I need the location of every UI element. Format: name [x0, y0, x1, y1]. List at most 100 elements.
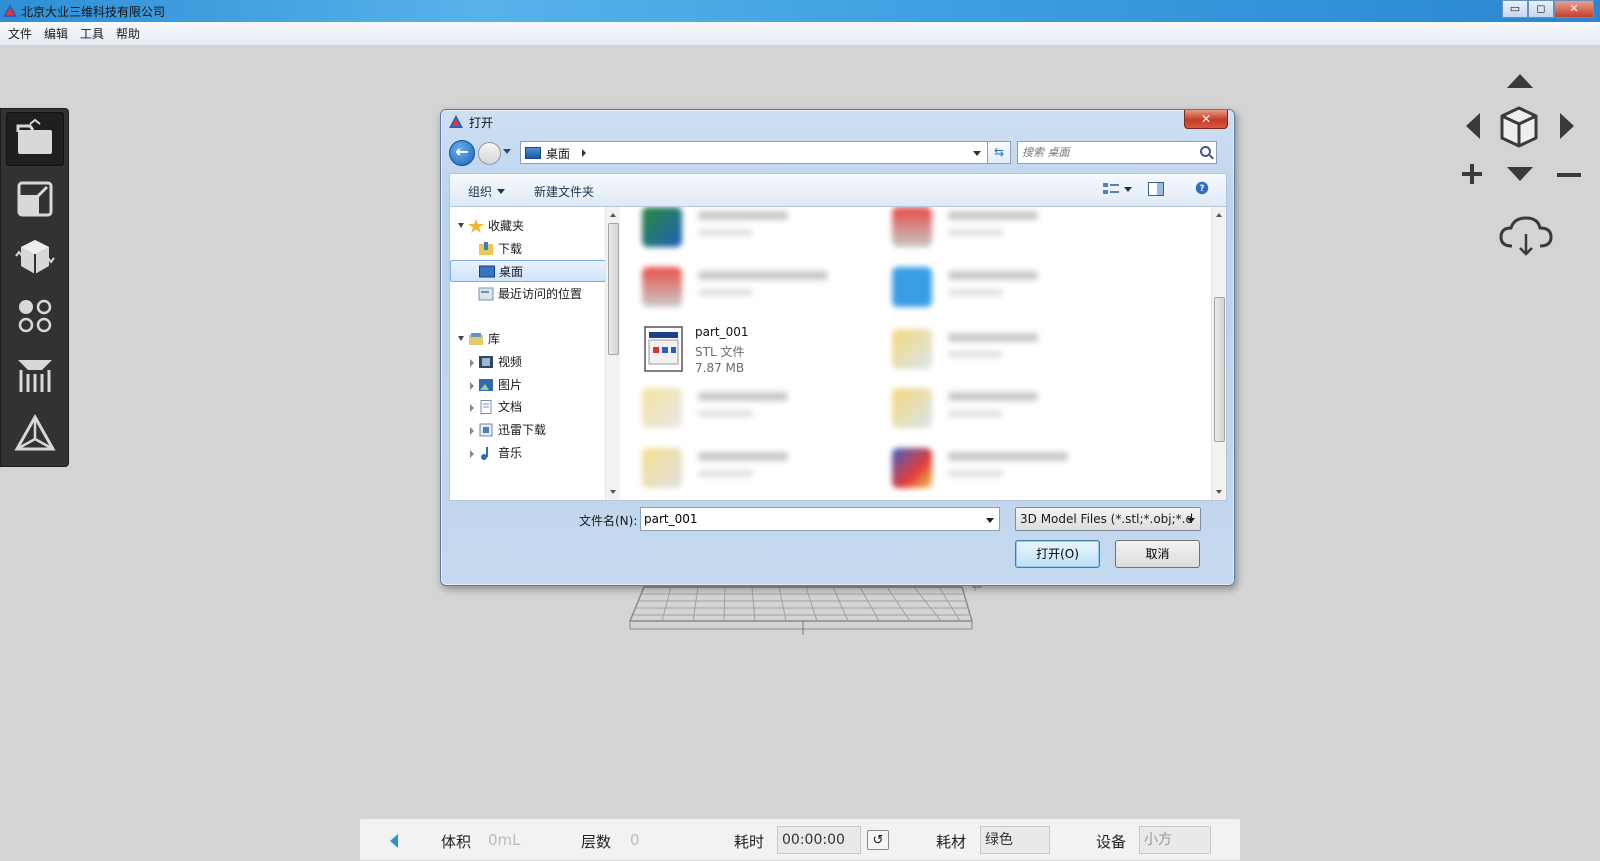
- breadcrumb-desktop[interactable]: 桌面: [546, 145, 570, 162]
- new-folder-button[interactable]: 新建文件夹: [534, 183, 594, 200]
- collapsed-arrow-icon: [470, 427, 474, 435]
- menu-file[interactable]: 文件: [2, 22, 38, 45]
- scroll-thumb[interactable]: [608, 223, 619, 355]
- back-button[interactable]: ←: [449, 140, 475, 166]
- navigation-scrollbar[interactable]: [605, 207, 620, 500]
- device-label: 设备: [1096, 833, 1127, 851]
- tree-documents[interactable]: 文档: [450, 396, 616, 418]
- slice-tool[interactable]: [6, 407, 64, 461]
- rotate-icon: [15, 240, 55, 274]
- tree-music[interactable]: 音乐: [450, 442, 616, 464]
- tree-thunder-downloads[interactable]: 迅雷下载: [450, 419, 616, 441]
- open-file-dialog: 打开 ✕ ← 桌面 ⇆ 组织 新建文件夹 ? 收藏夹: [440, 109, 1235, 586]
- zoom-in-icon[interactable]: [1461, 163, 1483, 185]
- file-item-part-001[interactable]: part_001 STL 文件 7.87 MB: [642, 322, 842, 380]
- thunder-folder-icon: [479, 423, 493, 437]
- support-tool[interactable]: [6, 348, 64, 402]
- filetype-select[interactable]: 3D Model Files (*.stl;*.obj;*.d: [1015, 507, 1201, 531]
- browser-pane: 收藏夹 下载 桌面 最近访问的位置 库 视频 图片 文档 迅雷下载 音乐 par…: [449, 206, 1227, 501]
- tree-recent-places[interactable]: 最近访问的位置: [450, 283, 616, 305]
- tree-videos[interactable]: 视频: [450, 351, 616, 373]
- view-dropdown-icon[interactable]: [1124, 187, 1132, 192]
- menu-edit[interactable]: 编辑: [38, 22, 74, 45]
- arrow-left-icon[interactable]: [1464, 112, 1482, 140]
- device-value[interactable]: 小方: [1139, 826, 1211, 854]
- blurred-file-item[interactable]: [642, 261, 852, 313]
- material-label: 耗材: [936, 833, 967, 851]
- app-logo-icon: [3, 4, 17, 17]
- blurred-file-item[interactable]: [892, 207, 1102, 253]
- stl-file-icon: [644, 326, 683, 372]
- scroll-thumb[interactable]: [1214, 297, 1225, 442]
- reset-time-button[interactable]: ↺: [867, 830, 889, 850]
- pictures-icon: [479, 379, 493, 391]
- zoom-out-icon[interactable]: [1557, 172, 1581, 178]
- time-label: 耗时: [734, 833, 765, 851]
- address-dropdown-icon[interactable]: [973, 151, 981, 156]
- star-icon: [468, 219, 484, 233]
- tree-pictures[interactable]: 图片: [450, 374, 616, 396]
- filename-dropdown-icon[interactable]: [986, 518, 994, 523]
- cancel-button[interactable]: 取消: [1115, 540, 1200, 568]
- preview-pane-icon[interactable]: [1148, 182, 1164, 196]
- rotate-tool[interactable]: [6, 230, 64, 284]
- refresh-button[interactable]: ⇆: [988, 141, 1011, 164]
- forward-button[interactable]: [478, 142, 501, 165]
- help-icon[interactable]: ?: [1194, 181, 1210, 195]
- cube-icon[interactable]: [1499, 106, 1539, 148]
- search-icon[interactable]: [1200, 146, 1211, 157]
- view-options-icon[interactable]: [1103, 182, 1119, 196]
- menu-bar: 文件 编辑 工具 帮助: [0, 22, 1600, 46]
- blurred-file-item[interactable]: [642, 382, 852, 434]
- open-button[interactable]: 打开(O): [1015, 540, 1100, 568]
- maximize-button[interactable]: ◻: [1528, 0, 1554, 18]
- menu-help[interactable]: 帮助: [110, 22, 146, 45]
- material-value[interactable]: 绿色: [980, 826, 1050, 854]
- cloud-download-icon[interactable]: [1498, 214, 1554, 258]
- blurred-file-item[interactable]: [892, 261, 1102, 313]
- tree-favorites[interactable]: 收藏夹: [450, 215, 616, 237]
- tree-downloads[interactable]: 下载: [450, 238, 616, 260]
- view-controls: [1458, 66, 1582, 271]
- scale-tool[interactable]: [6, 172, 64, 226]
- file-type: STL 文件: [695, 345, 745, 359]
- filename-row: 文件名(N): 3D Model Files (*.stl;*.obj;*.d …: [441, 501, 1236, 587]
- file-list: part_001 STL 文件 7.87 MB: [636, 207, 1213, 500]
- build-plate: l: [628, 585, 982, 635]
- layers-value: 0: [630, 831, 640, 849]
- arrow-down-icon[interactable]: [1506, 165, 1534, 183]
- arrow-right-icon[interactable]: [1558, 112, 1576, 140]
- history-dropdown-icon[interactable]: [503, 149, 511, 154]
- minimize-button[interactable]: ▭: [1502, 0, 1528, 18]
- duplicate-tool[interactable]: [6, 289, 64, 343]
- dialog-close-button[interactable]: ✕: [1184, 110, 1228, 129]
- menu-tools[interactable]: 工具: [74, 22, 110, 45]
- search-box: [1017, 141, 1217, 164]
- command-bar: 组织 新建文件夹 ?: [449, 173, 1227, 206]
- blurred-file-item[interactable]: [642, 442, 852, 494]
- collapsed-arrow-icon: [470, 359, 474, 367]
- search-input[interactable]: [1022, 144, 1182, 161]
- filename-input[interactable]: [644, 511, 974, 527]
- time-value: 00:00:00: [777, 826, 861, 854]
- collapsed-arrow-icon: [470, 382, 474, 390]
- filename-field: [640, 507, 1000, 531]
- arrow-up-icon[interactable]: [1506, 72, 1534, 90]
- video-icon: [479, 356, 493, 368]
- collapse-arrow-icon[interactable]: [390, 834, 398, 848]
- breadcrumb-chevron-icon[interactable]: [582, 149, 586, 157]
- blurred-file-item[interactable]: [892, 442, 1102, 494]
- tree-libraries[interactable]: 库: [450, 328, 616, 350]
- volume-value: 0mL: [488, 831, 521, 849]
- organize-menu[interactable]: 组织: [468, 183, 506, 200]
- open-file-tool[interactable]: [6, 112, 64, 166]
- blurred-file-item[interactable]: [892, 382, 1102, 434]
- recent-places-icon: [478, 287, 494, 301]
- close-window-button[interactable]: ✕: [1554, 0, 1594, 18]
- blurred-file-item[interactable]: [642, 207, 852, 253]
- address-bar[interactable]: 桌面: [520, 141, 988, 164]
- tree-desktop[interactable]: 桌面: [450, 260, 616, 282]
- blurred-file-item[interactable]: [892, 323, 1102, 375]
- file-list-scrollbar[interactable]: [1211, 207, 1226, 500]
- layers-label: 层数: [581, 833, 612, 851]
